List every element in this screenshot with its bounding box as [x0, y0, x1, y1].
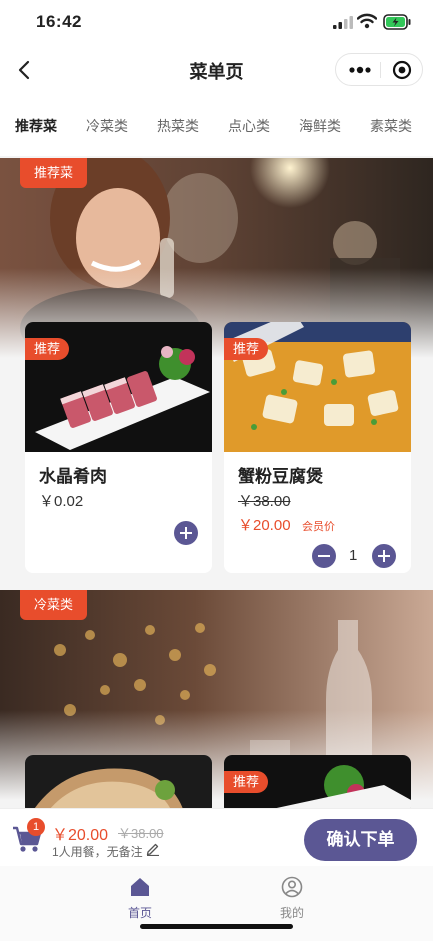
dish-price: ￥0.02: [39, 493, 84, 510]
dish-quantity: 1: [349, 547, 358, 564]
tab-dim-sum[interactable]: 点心类: [228, 116, 270, 136]
order-note: 1人用餐，无备注: [52, 845, 143, 859]
home-indicator: [140, 924, 293, 929]
cart-original-total: ￥38.00: [118, 826, 164, 841]
status-bar: 16:42: [0, 0, 433, 46]
bottom-tab-bar: 首页 我的: [0, 866, 433, 941]
tab-vegetable[interactable]: 素菜类: [370, 116, 412, 136]
dish-card-crystal-pork[interactable]: 推荐 水晶肴肉 ￥0.02: [25, 322, 212, 573]
mini-program-capsule: [335, 53, 423, 86]
increase-quantity-button[interactable]: [372, 544, 396, 568]
recommend-badge: 推荐: [224, 771, 269, 793]
dish-original-price: ￥38.00: [238, 493, 291, 510]
signal-icon: [333, 16, 353, 29]
add-to-cart-button[interactable]: [174, 521, 198, 545]
member-price-label: 会员价: [302, 521, 335, 533]
recommend-badge: 推荐: [224, 338, 269, 360]
wifi-icon: [357, 13, 377, 29]
tab-profile-label: 我的: [279, 906, 304, 920]
battery-charging-icon: [383, 14, 411, 30]
dish-name: 蟹粉豆腐煲: [238, 467, 323, 486]
dish-member-price: ￥20.00: [238, 517, 291, 534]
tab-cold-dishes[interactable]: 冷菜类: [86, 116, 128, 136]
recommend-badge: 推荐: [25, 338, 70, 360]
capsule-divider: [380, 62, 381, 78]
tab-hot-dishes[interactable]: 热菜类: [157, 116, 199, 136]
dish-image: [25, 755, 212, 815]
decrease-quantity-button[interactable]: [312, 544, 336, 568]
section-tag: 冷菜类: [20, 590, 88, 620]
section-tag: 推荐菜: [20, 158, 88, 188]
tab-profile[interactable]: 我的: [262, 876, 322, 921]
tab-home[interactable]: 首页: [110, 876, 170, 921]
category-tabs: 推荐菜 冷菜类 热菜类 点心类 海鲜类 素菜类: [0, 94, 433, 156]
tab-seafood[interactable]: 海鲜类: [299, 116, 341, 136]
navigation-bar: 菜单页: [0, 46, 433, 94]
tab-recommended[interactable]: 推荐菜: [15, 116, 57, 136]
close-target-icon[interactable]: [392, 60, 412, 80]
cart-bar: 1 ￥20.00 ￥38.00 1人用餐，无备注 确认下单: [0, 808, 433, 867]
profile-icon: [281, 876, 303, 898]
more-icon[interactable]: [348, 62, 372, 78]
dish-card[interactable]: 推荐: [224, 755, 411, 815]
status-time: 16:42: [36, 12, 82, 31]
tab-home-label: 首页: [127, 906, 152, 920]
confirm-order-button[interactable]: 确认下单: [304, 819, 417, 861]
edit-icon[interactable]: [146, 842, 160, 856]
dish-name: 水晶肴肉: [39, 467, 107, 486]
dish-card-crab-tofu[interactable]: 推荐 蟹粉豆腐煲 ￥38.00 ￥20.00 会员价 1: [224, 322, 411, 573]
dish-card[interactable]: [25, 755, 212, 815]
cart-count-badge: 1: [27, 818, 45, 836]
cart-total: ￥20.00: [52, 827, 109, 844]
home-icon: [131, 878, 149, 896]
